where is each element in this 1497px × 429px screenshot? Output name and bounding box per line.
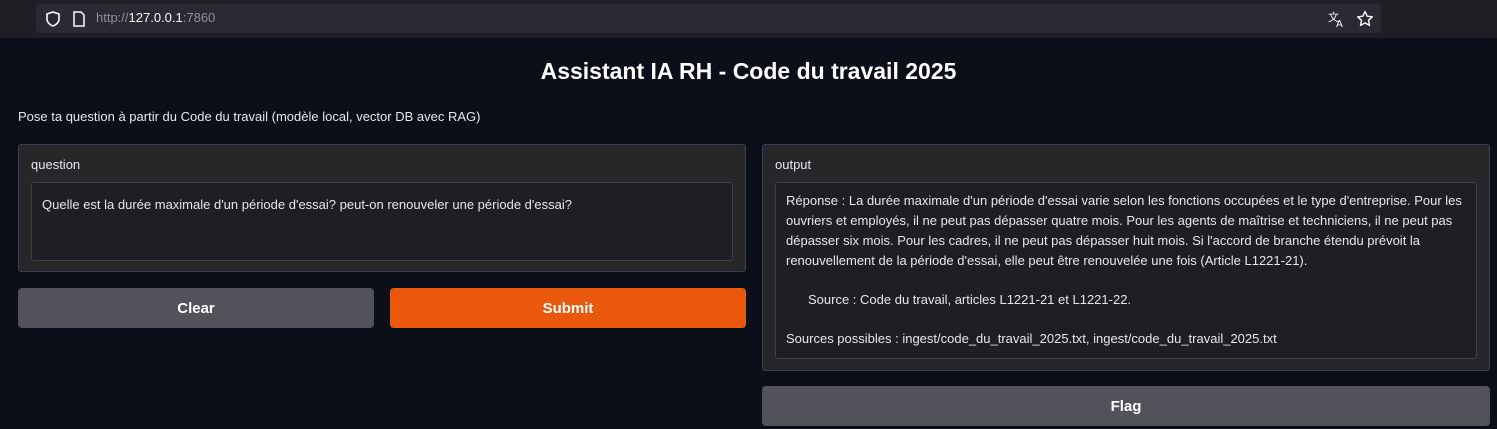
browser-toolbar: http://127.0.0.1:7860 文 A [0, 0, 1497, 38]
bookmark-star-icon[interactable] [1356, 10, 1374, 28]
page-description: Pose ta question à partir du Code du tra… [18, 109, 481, 124]
output-possible-sources: Sources possibles : ingest/code_du_trava… [786, 331, 1277, 346]
output-label: output [775, 157, 812, 172]
output-textbox[interactable]: Réponse : La durée maximale d'un période… [775, 182, 1477, 359]
page-title: Assistant IA RH - Code du travail 2025 [540, 58, 957, 84]
output-source: Source : Code du travail, articles L1221… [808, 292, 1132, 307]
flag-button[interactable]: Flag [762, 386, 1490, 426]
address-bar[interactable]: http://127.0.0.1:7860 文 A [36, 4, 1381, 33]
page-icon [73, 11, 85, 27]
submit-button[interactable]: Submit [390, 288, 746, 328]
question-input[interactable]: Quelle est la durée maximale d'un périod… [31, 182, 733, 261]
translate-icon[interactable]: 文 A [1328, 10, 1346, 28]
shield-icon[interactable] [45, 11, 61, 27]
svg-text:A: A [1336, 19, 1343, 28]
url-text[interactable]: http://127.0.0.1:7860 [96, 10, 215, 25]
question-panel: question Quelle est la durée maximale d'… [18, 144, 746, 272]
output-answer: Réponse : La durée maximale d'un période… [786, 193, 1462, 268]
clear-button[interactable]: Clear [18, 288, 374, 328]
question-label: question [31, 157, 81, 172]
output-panel: output Réponse : La durée maximale d'un … [762, 144, 1490, 371]
